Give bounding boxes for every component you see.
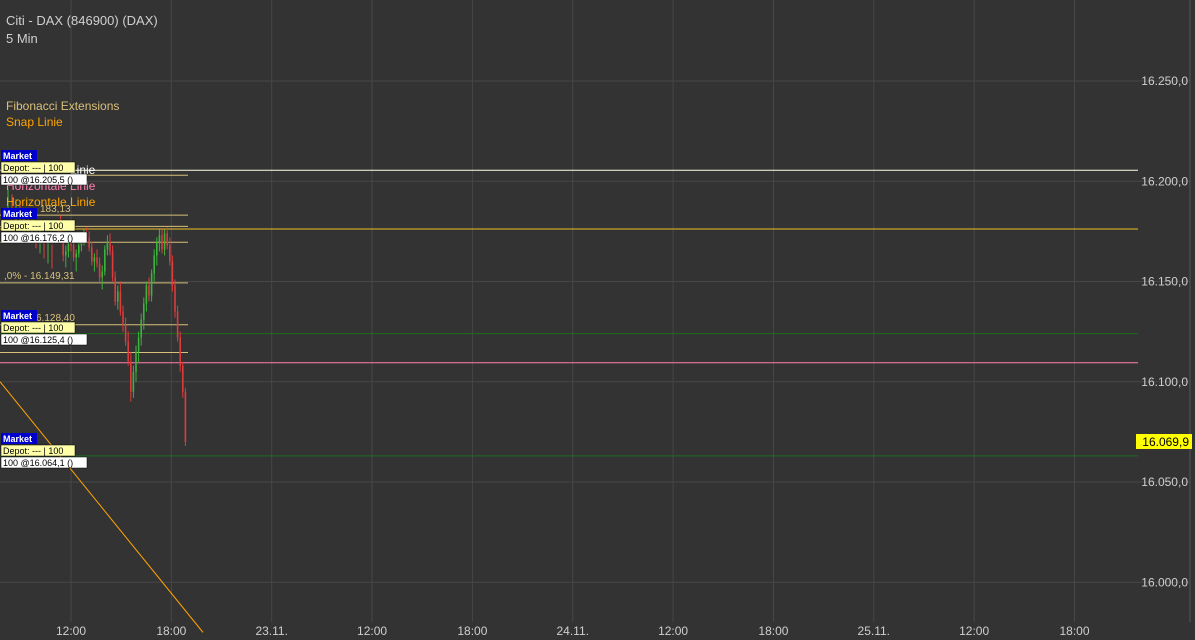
chart-canvas[interactable]: Citi - DAX (846900) (DAX) 5 Min Fibonacc… — [0, 0, 1195, 640]
candle — [104, 245, 106, 276]
order-price-label: 100 @16.176,2 () — [3, 233, 73, 243]
order-type-label: Market — [3, 151, 32, 161]
y-tick-label: 16.100,0 — [1141, 375, 1188, 389]
x-tick-label: 12:00 — [56, 624, 86, 638]
y-tick-label: 16.150,0 — [1141, 275, 1188, 289]
fib-level-label: ,0% - 16.149,31 — [4, 271, 75, 282]
legend-snap-linie[interactable]: Snap Linie — [6, 115, 63, 129]
order-type-label: Market — [3, 434, 32, 444]
x-tick-label: 12:00 — [357, 624, 387, 638]
current-price-value: 16.069,9 — [1142, 435, 1189, 449]
order-type-label: Market — [3, 209, 32, 219]
order-depot-label: Depot: --- | 100 — [3, 323, 63, 333]
order-price-label: 100 @16.125,4 () — [3, 335, 73, 345]
x-tick-label: 24.11. — [557, 624, 589, 638]
candle — [184, 387, 187, 446]
x-tick-label: 12:00 — [658, 624, 688, 638]
x-tick-label: 18:00 — [156, 624, 186, 638]
x-tick-label: 18:00 — [457, 624, 487, 638]
x-tick-label: 12:00 — [959, 624, 989, 638]
y-tick-label: 16.250,0 — [1141, 74, 1188, 88]
current-price-badge: 16.069,9 — [1136, 434, 1192, 449]
x-tick-label: 18:00 — [758, 624, 788, 638]
order-price-label: 100 @16.064,1 () — [3, 458, 73, 468]
order-price-label: 100 @16.205,5 () — [3, 175, 73, 185]
order-type-label: Market — [3, 311, 32, 321]
x-tick-label: 23.11. — [255, 624, 287, 638]
candle — [179, 331, 181, 372]
x-tick-label: 25.11. — [858, 624, 890, 638]
fib-level-label: 183,13 — [40, 204, 71, 215]
y-tick-label: 16.000,0 — [1141, 575, 1188, 589]
y-tick-label: 16.200,0 — [1141, 174, 1188, 188]
order-depot-label: Depot: --- | 100 — [3, 163, 63, 173]
legend-fibonacci-extensions[interactable]: Fibonacci Extensions — [6, 99, 119, 113]
order-depot-label: Depot: --- | 100 — [3, 446, 63, 456]
chart-interval: 5 Min — [6, 31, 38, 46]
x-tick-label: 18:00 — [1059, 624, 1089, 638]
order-depot-label: Depot: --- | 100 — [3, 221, 63, 231]
chart-background — [0, 0, 1195, 640]
chart-title: Citi - DAX (846900) (DAX) — [6, 13, 158, 28]
y-tick-label: 16.050,0 — [1141, 475, 1188, 489]
